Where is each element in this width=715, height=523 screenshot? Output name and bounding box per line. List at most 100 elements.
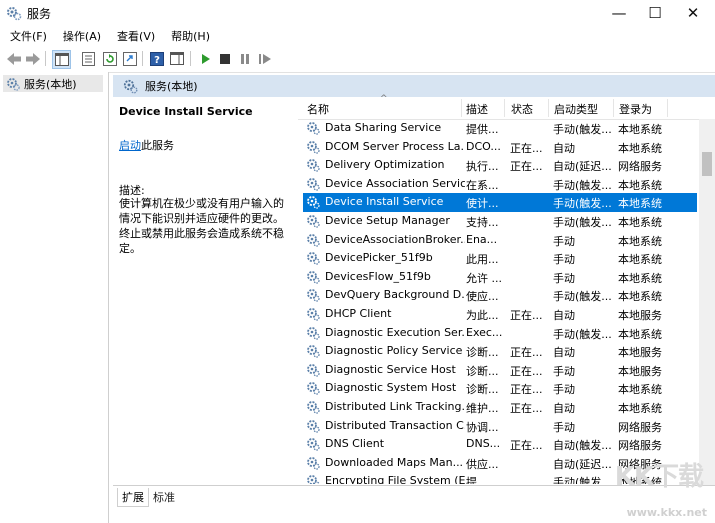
forward-arrow-icon[interactable] — [24, 50, 41, 67]
menu-view[interactable]: 查看(V) — [107, 28, 161, 44]
cell-logon-as: 本地系统 — [618, 253, 662, 267]
services-list: Data Sharing Service 提供... 手动(触发... 本地系统 DCO… — [303, 119, 697, 484]
cell-name: Diagnostic Service Host — [325, 362, 456, 376]
tree-item-label: 服务(本地) — [24, 77, 77, 91]
table-row[interactable]: Distributed Transaction C... 协调... 手动 网络服务 — [303, 417, 697, 436]
start-service-icon[interactable] — [197, 50, 214, 67]
column-separator[interactable] — [504, 99, 505, 117]
maximize-button[interactable]: ☐ — [637, 0, 673, 26]
service-gear-icon — [306, 288, 320, 303]
cell-name: Diagnostic Execution Ser... — [325, 325, 465, 339]
tab-standard[interactable]: 标准 — [149, 488, 179, 506]
help-icon[interactable]: ? — [148, 50, 165, 67]
cell-name: Delivery Optimization — [325, 158, 445, 172]
column-logon-as[interactable]: 登录为 — [619, 101, 652, 117]
cell-name: DevicesFlow_51f9b — [325, 269, 431, 283]
minimize-button[interactable]: — — [601, 0, 637, 26]
table-row[interactable]: Diagnostic Service Host 诊断... 正在... 手动 本地服务 — [303, 361, 697, 380]
table-row[interactable]: DeviceAssociationBroker... Ena... 手动 本地系统 — [303, 231, 697, 250]
cell-description: 诊断... — [466, 364, 499, 378]
window-title: 服务 — [27, 7, 52, 21]
cell-startup-type: 手动(触发... — [553, 327, 612, 341]
service-gear-icon — [306, 121, 320, 135]
services-gear-icon — [6, 5, 22, 21]
service-gear-icon — [306, 381, 320, 396]
toolbar-separator — [190, 51, 191, 66]
cell-startup-type: 手动 — [553, 253, 575, 267]
table-row[interactable]: DevicesFlow_51f9b 允许 ... 手动 本地系统 — [303, 268, 697, 287]
table-row[interactable]: DNS Client DNS... 正在... 自动(触发... 网络服务 — [303, 435, 697, 454]
table-row[interactable]: DevQuery Background D... 使应... 手动(触发... 本地系… — [303, 286, 697, 305]
cell-startup-type: 手动(触发... — [553, 178, 612, 192]
cell-startup-type: 手动(触发... — [553, 197, 612, 211]
close-button[interactable]: ✕ — [675, 0, 711, 26]
cell-description: 使应... — [466, 290, 499, 304]
cell-name: DNS Client — [325, 437, 385, 451]
table-row[interactable]: Diagnostic Policy Service 诊断... 正在... 自动 本地服… — [303, 342, 697, 361]
cell-description: 执行... — [466, 160, 499, 174]
cell-startup-type: 手动(触发... — [553, 476, 612, 484]
table-row[interactable]: Diagnostic System Host 诊断... 正在... 手动 本地系统 — [303, 379, 697, 398]
service-gear-icon — [306, 270, 320, 284]
cell-name: Distributed Link Tracking... — [325, 400, 465, 413]
cell-description: 维护... — [466, 402, 499, 415]
cell-name: DCOM Server Process La... — [325, 139, 465, 153]
menu-action[interactable]: 操作(A) — [53, 28, 107, 44]
tab-extended[interactable]: 扩展 — [117, 488, 149, 507]
restart-service-icon[interactable] — [256, 50, 273, 67]
menu-help[interactable]: 帮助(H) — [161, 28, 216, 44]
cell-startup-type: 自动 — [553, 141, 575, 155]
column-startup-type[interactable]: 启动类型 — [554, 101, 598, 117]
table-row[interactable]: Distributed Link Tracking... 维护... 正在... 自动… — [303, 398, 697, 417]
cell-name: Downloaded Maps Man... — [325, 455, 464, 469]
column-description[interactable]: 描述 — [466, 101, 488, 117]
cell-startup-type: 手动 — [553, 383, 575, 397]
stop-service-icon[interactable] — [216, 50, 233, 67]
cell-name: DeviceAssociationBroker... — [325, 232, 465, 246]
cell-description: Exec... — [466, 325, 503, 339]
action-pane-icon[interactable] — [168, 50, 185, 67]
properties-sheet-icon[interactable] — [80, 50, 97, 67]
column-separator[interactable] — [613, 99, 614, 117]
start-service-link[interactable]: 启动 — [119, 139, 141, 152]
pause-service-icon[interactable] — [236, 50, 253, 67]
table-row[interactable]: DCOM Server Process La... DCO... 正在... 自动 本地… — [303, 138, 697, 157]
service-gear-icon — [306, 363, 320, 377]
table-row[interactable]: Device Association Service 在系... 手动(触发... 本… — [303, 175, 697, 194]
column-separator[interactable] — [667, 99, 668, 117]
table-row[interactable]: Diagnostic Execution Ser... Exec... 手动(触发.… — [303, 324, 697, 343]
cell-startup-type: 自动 — [553, 309, 575, 322]
table-row[interactable]: Device Install Service 使计... 手动(触发... 本地系统 — [303, 193, 697, 212]
cell-description: 使计... — [466, 197, 499, 211]
tree-item-services-local[interactable]: 服务(本地) — [3, 75, 103, 92]
service-gear-icon — [306, 233, 320, 247]
cell-startup-type: 手动 — [553, 234, 575, 248]
column-separator[interactable] — [461, 99, 462, 117]
export-list-icon[interactable] — [121, 50, 138, 67]
column-name[interactable]: 名称 — [307, 101, 329, 117]
refresh-icon[interactable] — [101, 50, 118, 67]
tab-extended-label: 扩展 — [122, 491, 144, 504]
table-row[interactable]: Data Sharing Service 提供... 手动(触发... 本地系统 — [303, 119, 697, 138]
service-gear-icon — [306, 456, 320, 470]
back-arrow-icon[interactable] — [5, 50, 22, 67]
table-row[interactable]: DHCP Client 为此... 正在... 自动 本地服务 — [303, 305, 697, 324]
column-separator[interactable] — [548, 99, 549, 117]
cell-name: Device Association Service — [325, 176, 465, 190]
console-tree-icon[interactable] — [52, 50, 71, 69]
cell-startup-type: 自动(触发... — [553, 439, 612, 453]
cell-logon-as: 本地系统 — [618, 290, 662, 304]
maximize-icon: ☐ — [648, 4, 662, 22]
cell-status: 正在... — [510, 160, 543, 174]
cell-name: Device Setup Manager — [325, 214, 450, 227]
cell-description: Ena... — [466, 232, 498, 246]
cell-description: 提供... — [466, 123, 499, 136]
column-status[interactable]: 状态 — [511, 101, 533, 117]
table-row[interactable]: Delivery Optimization 执行... 正在... 自动(延迟... 网… — [303, 156, 697, 175]
menu-file[interactable]: 文件(F) — [0, 28, 53, 44]
cell-description: 在系... — [466, 178, 499, 192]
cell-status: 正在... — [510, 346, 543, 360]
table-row[interactable]: DevicePicker_51f9b 此用... 手动 本地系统 — [303, 249, 697, 268]
table-row[interactable]: Device Setup Manager 支持... 手动(触发... 本地系统 — [303, 212, 697, 231]
scrollbar-thumb[interactable] — [702, 152, 712, 176]
